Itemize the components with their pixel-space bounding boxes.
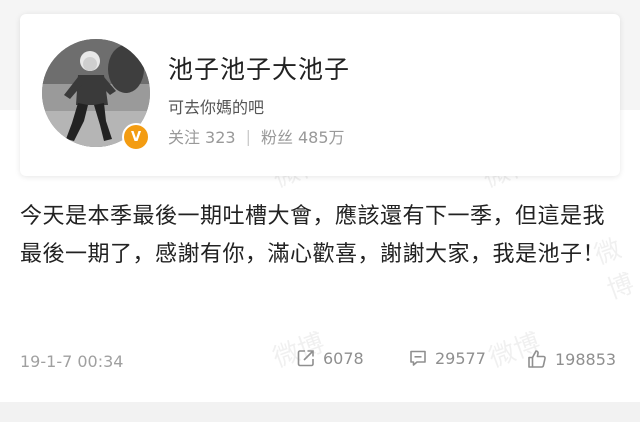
repost-count: 6078 <box>323 348 364 368</box>
comment-button[interactable]: 29577 <box>408 348 486 368</box>
comment-count: 29577 <box>435 348 486 368</box>
repost-button[interactable]: 6078 <box>296 348 364 368</box>
followers-stat[interactable]: 粉丝 485万 <box>261 124 345 148</box>
post-text: 今天是本季最後一期吐槽大會，應該還有下一季，但這是我最後一期了，感謝有你，滿心歡… <box>20 204 606 267</box>
post-footer: 19-1-7 00:34 6078 29577 198853 <box>0 344 640 380</box>
stats-separator: | <box>245 126 251 146</box>
followers-count: 485万 <box>297 128 345 147</box>
following-stat[interactable]: 关注 323 <box>168 124 236 148</box>
like-count: 198853 <box>555 349 617 369</box>
bottom-divider <box>0 402 640 422</box>
profile-bio: 可去你媽的吧 <box>168 98 265 117</box>
like-button[interactable]: 198853 <box>526 348 616 370</box>
following-count: 323 <box>205 128 236 147</box>
profile-username[interactable]: 池子池子大池子 <box>168 50 350 86</box>
followers-label: 粉丝 <box>260 128 293 147</box>
thumbs-up-icon <box>528 350 546 368</box>
following-label: 关注 <box>168 128 201 147</box>
comment-icon <box>410 350 426 366</box>
verified-badge: V <box>122 123 150 151</box>
share-icon <box>297 350 314 367</box>
profile-stats: 关注 323 | 粉丝 485万 <box>168 124 345 148</box>
post-timestamp: 19-1-7 00:34 <box>20 352 124 371</box>
verified-badge-label: V <box>130 129 142 145</box>
profile-card: V 池子池子大池子 可去你媽的吧 关注 323 | 粉丝 485万 <box>20 14 620 176</box>
